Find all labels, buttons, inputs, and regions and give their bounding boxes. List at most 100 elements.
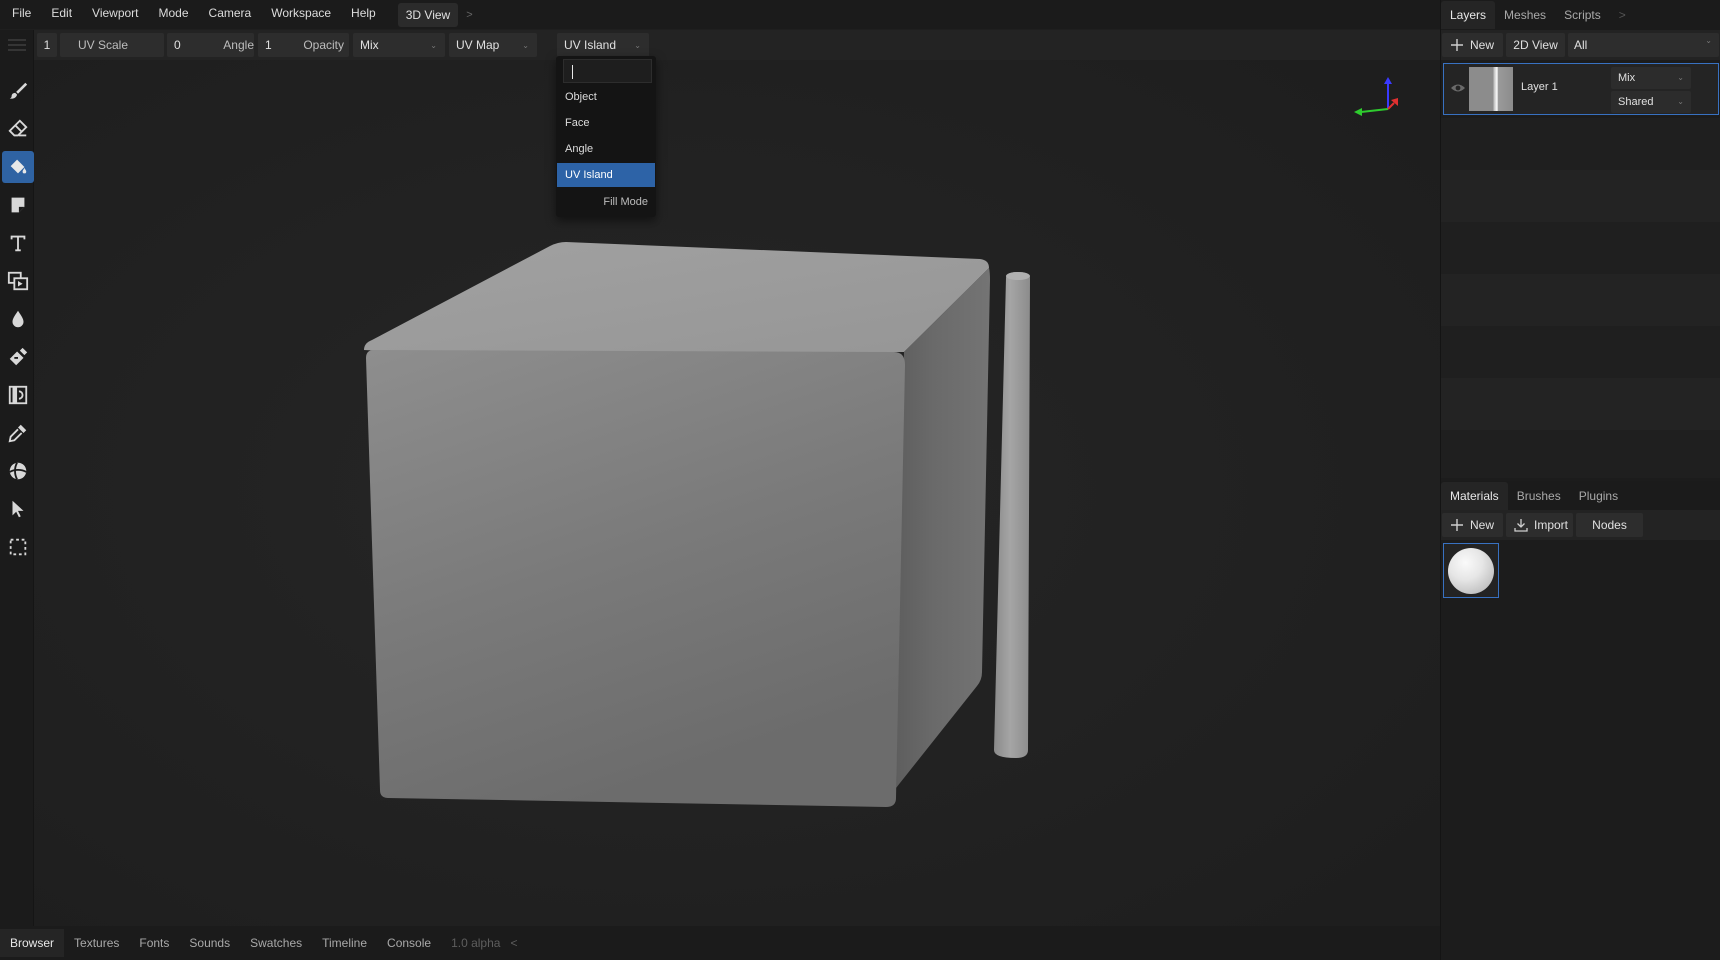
fill-bucket-icon	[10, 159, 27, 174]
blend-mode-select[interactable]: Mix ⌄	[353, 33, 445, 57]
uv-scale-slider[interactable]: UV Scale	[60, 33, 164, 57]
tab-3d-view[interactable]: 3D View	[397, 2, 459, 27]
angle-label: Angle	[223, 38, 254, 52]
brush-radius-field[interactable]: 1	[37, 33, 57, 57]
layer-list-background	[1441, 118, 1720, 478]
bottom-tabs-collapse-button[interactable]: <	[510, 929, 527, 957]
fill-mode-value: UV Island	[564, 38, 617, 52]
cube-mesh[interactable]	[364, 242, 990, 807]
toolbar-drag-handle[interactable]	[8, 36, 26, 51]
blur-tool[interactable]	[2, 303, 34, 335]
tab-brushes[interactable]: Brushes	[1508, 482, 1570, 510]
angle-slider[interactable]: 0 Angle	[167, 33, 254, 57]
new-layer-button[interactable]: New	[1442, 33, 1503, 57]
menu-viewport[interactable]: Viewport	[82, 0, 148, 29]
clone-tool[interactable]	[2, 265, 34, 297]
tab-plugins[interactable]: Plugins	[1570, 482, 1627, 510]
material-slot[interactable]	[1443, 543, 1499, 598]
chevron-down-icon: ⌄	[430, 41, 437, 50]
eraser-tool[interactable]	[2, 113, 34, 145]
menu-help[interactable]: Help	[341, 0, 386, 29]
fill-option-object[interactable]: Object	[557, 85, 655, 109]
layer-row[interactable]: Layer 1 Mix ⌄ Shared ⌄	[1443, 63, 1719, 115]
smudge-icon	[9, 347, 28, 366]
layer-filter-select[interactable]: All ⌄	[1568, 33, 1719, 57]
tab-layers[interactable]: Layers	[1441, 1, 1496, 29]
blur-drop-icon	[12, 310, 24, 328]
material-buttons-row: New Import Nodes	[1441, 510, 1720, 540]
text-tool-icon	[10, 235, 26, 252]
tab-swatches[interactable]: Swatches	[240, 929, 312, 957]
select-tool[interactable]	[2, 493, 34, 525]
chevron-down-icon: ⌄	[1677, 73, 1684, 82]
tab-browser[interactable]: Browser	[0, 929, 65, 957]
dropdown-search-input[interactable]	[563, 59, 652, 83]
uv-map-select[interactable]: UV Map ⌄	[449, 33, 537, 57]
new-material-label: New	[1470, 518, 1495, 532]
color-picker-tool[interactable]	[2, 417, 34, 449]
layer-blend-value: Mix	[1618, 72, 1636, 84]
marquee-select-icon	[9, 538, 27, 556]
text-tool[interactable]	[2, 227, 34, 259]
menu-file[interactable]: File	[0, 0, 41, 29]
chevron-down-icon: ⌄	[1705, 36, 1712, 45]
tab-console[interactable]: Console	[377, 929, 441, 957]
tab-meshes[interactable]: Meshes	[1495, 1, 1555, 29]
decal-tool[interactable]	[2, 189, 34, 221]
fill-mode-select[interactable]: UV Island ⌄	[557, 33, 649, 57]
scene-canvas	[34, 60, 1440, 926]
smudge-tool[interactable]	[2, 341, 34, 373]
opacity-label: Opacity	[303, 38, 344, 52]
import-material-label: Import	[1534, 518, 1569, 532]
layer-texture-select[interactable]: Shared ⌄	[1611, 91, 1691, 113]
brush-tool[interactable]	[2, 75, 34, 107]
visibility-eye-icon[interactable]	[1450, 81, 1466, 98]
fill-tool[interactable]	[2, 151, 34, 183]
fill-mode-caption: Fill Mode	[603, 196, 648, 208]
tab-sounds[interactable]: Sounds	[179, 929, 240, 957]
import-material-button[interactable]: Import	[1506, 513, 1573, 537]
version-label: 1.0 alpha	[451, 936, 501, 950]
uv-map-value: UV Map	[456, 38, 500, 52]
tab-fonts[interactable]: Fonts	[129, 929, 179, 957]
tab-textures[interactable]: Textures	[64, 929, 129, 957]
tab-timeline[interactable]: Timeline	[312, 929, 377, 957]
decal-icon	[11, 197, 25, 213]
menu-camera[interactable]: Camera	[199, 0, 262, 29]
layer-buttons-row: New 2D View All ⌄	[1441, 30, 1720, 60]
menu-edit[interactable]: Edit	[41, 0, 82, 29]
view-2d-button[interactable]: 2D View	[1506, 33, 1565, 57]
uv-scale-value: 0	[174, 38, 181, 52]
chevron-down-icon: ⌄	[522, 41, 529, 50]
marquee-tool[interactable]	[2, 531, 34, 563]
menu-workspace[interactable]: Workspace	[261, 0, 341, 29]
tab-scripts[interactable]: Scripts	[1555, 1, 1610, 29]
tab-materials[interactable]: Materials	[1441, 482, 1508, 510]
fill-option-uv-island[interactable]: UV Island	[557, 163, 655, 187]
bake-tool[interactable]	[2, 379, 34, 411]
nodes-button[interactable]: Nodes	[1576, 513, 1643, 537]
right-panel: Layers Meshes Scripts > New 2D View All …	[1440, 0, 1720, 960]
material-picker-tool[interactable]	[2, 455, 34, 487]
clone-icon	[7, 271, 29, 291]
layer-blend-select[interactable]: Mix ⌄	[1611, 67, 1691, 89]
fill-option-face[interactable]: Face	[557, 111, 655, 135]
bottom-tab-bar: Browser Textures Fonts Sounds Swatches T…	[0, 926, 1440, 960]
opacity-slider[interactable]: 1 Opacity	[258, 33, 349, 57]
new-material-button[interactable]: New	[1442, 513, 1503, 537]
view-tabs-more-button[interactable]: >	[466, 9, 472, 21]
brush-radius-value: 1	[43, 38, 51, 52]
layer-name: Layer 1	[1521, 81, 1558, 93]
plus-icon	[1451, 39, 1463, 51]
menu-mode[interactable]: Mode	[149, 0, 199, 29]
left-toolbar	[0, 30, 34, 926]
angle-value: 1	[265, 38, 272, 52]
right-tabs-more-button[interactable]: >	[1610, 1, 1635, 29]
tool-options-bar: 1 UV Scale 0 Angle 1 Opacity Mix ⌄ UV Ma…	[34, 30, 1440, 60]
eraser-icon	[8, 119, 28, 137]
fill-option-angle[interactable]: Angle	[557, 137, 655, 161]
blend-mode-value: Mix	[360, 38, 379, 52]
select-pointer-icon	[12, 500, 24, 518]
material-picker-icon	[9, 462, 27, 480]
viewport-3d[interactable]	[34, 60, 1440, 926]
